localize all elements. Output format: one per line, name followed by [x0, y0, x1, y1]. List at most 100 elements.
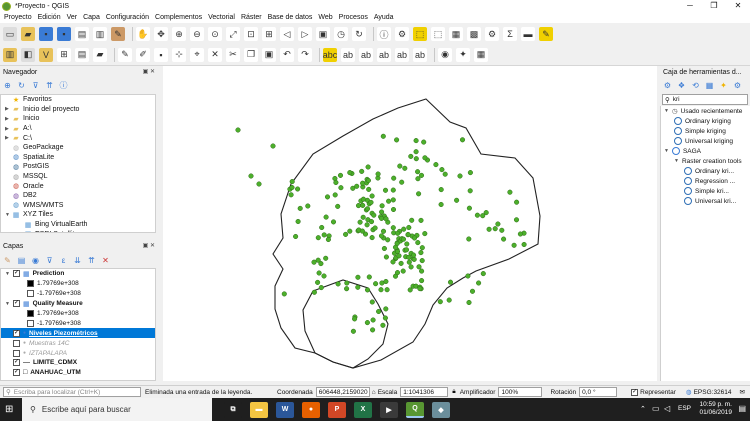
toggle-edit-icon[interactable]: ✐: [136, 47, 150, 62]
expand-arrow-icon[interactable]: ▶: [5, 135, 12, 141]
volume-icon[interactable]: ◁: [664, 404, 670, 413]
scale-combo[interactable]: 1:1041306: [400, 387, 449, 397]
zoom-in-icon[interactable]: ⊕: [172, 27, 186, 41]
layer-row[interactable]: -1.79769e+308: [1, 318, 155, 328]
toolbox-item[interactable]: Simple kri...: [661, 186, 750, 196]
expand-arrow-icon[interactable]: ▼: [664, 108, 669, 114]
python-icon[interactable]: ◉: [438, 47, 452, 62]
layer-row[interactable]: ✓ ● Niveles Piezométricos: [1, 328, 155, 339]
expand-arrow-icon[interactable]: ▶: [5, 126, 12, 132]
scripts-icon[interactable]: ❖: [677, 81, 686, 90]
new-print-layout-icon[interactable]: ▤: [75, 27, 89, 41]
browser-item-c[interactable]: ▶ ▰ C:\: [1, 133, 155, 143]
crs-globe-icon[interactable]: ◍: [686, 388, 692, 396]
filter-by-expression-icon[interactable]: ε: [59, 256, 68, 265]
layer-visibility-checkbox[interactable]: ✓: [12, 270, 20, 278]
options-icon[interactable]: ⚙: [733, 81, 742, 90]
browser-item-mssql[interactable]: ◍ MSSQL: [1, 172, 155, 182]
info-icon[interactable]: ⓘ: [59, 81, 68, 90]
data-source-manager-icon[interactable]: ▥: [3, 47, 17, 62]
edit-pencil-icon[interactable]: ✎: [118, 47, 132, 62]
layer-visibility-checkbox[interactable]: ✓: [13, 329, 20, 337]
results-icon[interactable]: ▦: [705, 81, 714, 90]
expand-arrow-icon[interactable]: ▼: [674, 158, 679, 164]
menu-item-0[interactable]: Proyecto: [4, 14, 32, 21]
temporal-icon[interactable]: ◷: [334, 27, 348, 41]
notifications-icon[interactable]: ▤: [738, 404, 746, 413]
layer-visibility-checkbox[interactable]: ✓: [12, 300, 20, 308]
style-icon[interactable]: ✎: [3, 256, 12, 265]
file-explorer-icon[interactable]: ▬: [250, 401, 268, 418]
browser-item-geopackage[interactable]: ◍ GeoPackage: [1, 143, 155, 153]
new-shapefile-icon[interactable]: V: [39, 47, 53, 62]
minimize-button[interactable]: ─: [678, 0, 702, 12]
layer-visibility-checkbox[interactable]: ✓: [13, 369, 20, 377]
zoom-selection-icon[interactable]: ⊡: [244, 27, 258, 41]
toolbox-item[interactable]: ▼ SAGA: [661, 146, 750, 156]
word-icon[interactable]: W: [276, 401, 294, 418]
grid-icon[interactable]: ▦: [474, 47, 488, 62]
processing-icon[interactable]: ⚙: [485, 27, 499, 41]
attribute-table-icon[interactable]: ▦: [449, 27, 463, 41]
language-indicator[interactable]: ESP: [678, 405, 691, 412]
zoom-layer-icon[interactable]: ⊞: [262, 27, 276, 41]
app-bird-icon[interactable]: ◆: [432, 401, 450, 418]
paste-icon[interactable]: ▣: [262, 47, 276, 62]
layer-row[interactable]: -1.79769e+308: [1, 289, 155, 299]
cut-icon[interactable]: ✂: [226, 47, 240, 62]
copy-icon[interactable]: ❐: [244, 47, 258, 62]
toolbox-item[interactable]: Regression ...: [661, 176, 750, 186]
media-icon[interactable]: ▶: [380, 401, 398, 418]
collapse-all-icon[interactable]: ⇈: [87, 256, 96, 265]
redo-icon[interactable]: ↷: [298, 47, 312, 62]
new-project-icon[interactable]: ▭: [3, 27, 17, 41]
expand-arrow-icon[interactable]: ▼: [5, 212, 12, 218]
firefox-icon[interactable]: ●: [302, 401, 320, 418]
magnifier-spinbox[interactable]: 100%: [498, 387, 543, 397]
save-as-icon[interactable]: ▪: [57, 27, 71, 41]
save-project-icon[interactable]: ▪: [39, 27, 53, 41]
save-edits-icon[interactable]: ▪: [154, 47, 168, 62]
tip-icon[interactable]: ✦: [719, 81, 728, 90]
label-change-icon[interactable]: ab: [413, 47, 427, 62]
lock-scale-icon[interactable]: 🔒︎: [452, 388, 455, 396]
toolbox-search-input[interactable]: kri: [673, 96, 680, 103]
menu-item-11[interactable]: Ayuda: [374, 14, 394, 21]
windows-start-icon[interactable]: ⊞: [5, 404, 13, 415]
layer-row[interactable]: ● Muestras 14C: [1, 338, 155, 348]
layer-row[interactable]: ✓ — LIMITE_CDMX: [1, 358, 155, 368]
menu-item-5[interactable]: Complementos: [155, 14, 202, 21]
browser-item-bing-virtualearth[interactable]: ▦ Bing VirtualEarth: [1, 220, 155, 230]
taskbar-clock[interactable]: 10:59 p. m. 01/06/2019: [699, 401, 732, 417]
zoom-out-icon[interactable]: ⊖: [190, 27, 204, 41]
layer-visibility-checkbox[interactable]: ✓: [13, 359, 20, 367]
zoom-full-icon[interactable]: ⤢: [226, 27, 240, 41]
coordinate-field[interactable]: 606448,2159020: [315, 387, 370, 397]
browser-item-xyz-tiles[interactable]: ▼ ▦ XYZ Tiles: [1, 210, 155, 220]
refresh-icon[interactable]: ↻: [17, 81, 26, 90]
maximize-button[interactable]: ❐: [702, 0, 726, 12]
zoom-last-icon[interactable]: ◁: [280, 27, 294, 41]
identify-icon[interactable]: ⓘ: [377, 27, 391, 41]
menu-item-8[interactable]: Base de datos: [268, 14, 313, 21]
open-project-icon[interactable]: ▰: [21, 27, 35, 41]
expand-arrow-icon[interactable]: ▶: [5, 106, 12, 112]
taskbar-search[interactable]: ⚲ Escribe aquí para buscar: [22, 398, 212, 421]
browser-item-inicio[interactable]: ▶ ▰ Inicio: [1, 114, 155, 124]
label-show-icon[interactable]: ab: [359, 47, 373, 62]
statistics-icon[interactable]: Σ: [503, 27, 517, 41]
label-icon[interactable]: abc: [323, 47, 337, 62]
browser-item-inicio-del-proyecto[interactable]: ▶ ▰ Inicio del proyecto: [1, 105, 155, 115]
browser-item-wms-wmts[interactable]: ◍ WMS/WMTS: [1, 201, 155, 211]
zoom-native-icon[interactable]: ⊙: [208, 27, 222, 41]
expand-all-icon[interactable]: ⇊: [73, 256, 82, 265]
expand-arrow-icon[interactable]: ▼: [5, 271, 10, 277]
new-virtual-layer-icon[interactable]: ▤: [75, 47, 89, 62]
layer-visibility-checkbox[interactable]: [13, 349, 20, 357]
task-view-icon[interactable]: ⧉: [224, 401, 242, 418]
menu-item-7[interactable]: Ráster: [241, 14, 262, 21]
browser-item-postgis[interactable]: ◍ PostGIS: [1, 162, 155, 172]
deselect-icon[interactable]: ⬚: [431, 27, 445, 41]
add-group-icon[interactable]: ▤: [17, 256, 26, 265]
browser-item-db2[interactable]: ◍ DB2: [1, 191, 155, 201]
